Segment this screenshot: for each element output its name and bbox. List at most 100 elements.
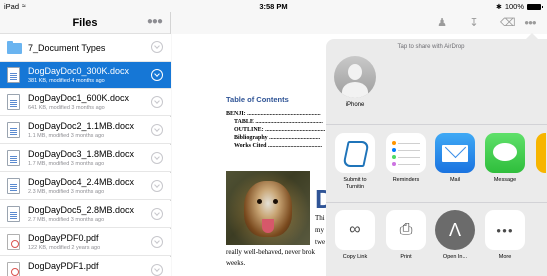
open-in-icon: Λ [435, 210, 475, 250]
share-app-message[interactable]: Message [483, 133, 527, 184]
file-meta: 1.7 MB, modified 3 months ago [28, 161, 105, 167]
file-row[interactable]: DogDayPDF0.pdf 122 KB, modified 2 years … [0, 229, 171, 256]
action-copy-link[interactable]: ∞ Copy Link [333, 210, 377, 261]
file-meta: 2.3 MB, modified 3 months ago [28, 189, 105, 195]
file-row[interactable]: DogDayDoc4_2.4MB.docx 2.3 MB, modified 3… [0, 173, 171, 200]
chevron-down-icon[interactable] [151, 96, 163, 108]
word-doc-icon [7, 94, 20, 110]
more-options-icon[interactable]: ●●● [147, 16, 163, 27]
file-name: DogDayDoc2_1.1MB.docx [28, 121, 135, 131]
action-label: More [498, 254, 512, 260]
document-toolbar: ♟ ↧ ⌫ ●●● [172, 12, 547, 34]
body-text: twe [315, 238, 326, 246]
file-row-selected[interactable]: DogDayDoc0_300K.docx 381 KB, modified 4 … [0, 62, 171, 89]
file-meta: 641 KB, modified 3 months ago [28, 105, 105, 111]
toc-line: BENJI: .................................… [226, 111, 321, 117]
avatar [334, 56, 376, 98]
toc-heading: Table of Contents [226, 95, 289, 104]
share-app-turnitin[interactable]: Submit to Turnitin [333, 133, 377, 191]
chevron-down-icon[interactable] [151, 264, 163, 276]
more-icon: ●●● [485, 210, 525, 250]
body-text: my [315, 226, 324, 234]
status-time: 3:58 PM [259, 2, 288, 11]
chevron-down-icon[interactable] [151, 41, 163, 53]
share-app-label: Message [493, 177, 517, 183]
chevron-down-icon[interactable] [151, 180, 163, 192]
file-name: DogDayDoc1_600K.docx [28, 93, 130, 103]
chevron-down-icon[interactable] [151, 69, 163, 81]
file-name: DogDayPDF1.pdf [28, 261, 99, 271]
chevron-down-icon[interactable] [151, 208, 163, 220]
file-name: DogDayDoc5_2.8MB.docx [28, 205, 135, 215]
app-icon-partial [536, 133, 546, 173]
share-app-label: Mail [449, 177, 461, 183]
file-meta: 1.1 MB, modified 3 months ago [28, 133, 105, 139]
download-icon[interactable]: ↧ [468, 17, 480, 29]
action-more[interactable]: ●●● More [483, 210, 527, 261]
action-label: Print [400, 254, 412, 260]
folder-icon [7, 41, 22, 54]
add-person-icon[interactable]: ♟ [436, 17, 448, 29]
word-doc-icon [7, 67, 20, 83]
action-label: Copy Link [342, 254, 368, 260]
action-print[interactable]: ⎙ Print [384, 210, 428, 261]
word-doc-icon [7, 122, 20, 138]
file-row[interactable]: DogDayDoc5_2.8MB.docx 2.7 MB, modified 3… [0, 201, 171, 228]
file-name: DogDayDoc0_300K.docx [28, 66, 130, 76]
toc-line: OUTLINE: ...............................… [234, 127, 326, 133]
airdrop-target[interactable]: iPhone [334, 56, 376, 108]
toc-line: Works Cited ............................… [234, 143, 323, 149]
share-sheet: Tap to share with AirDrop iPhone Submit … [326, 39, 547, 276]
mail-icon [435, 133, 475, 173]
pdf-icon [7, 234, 20, 250]
word-doc-icon [7, 150, 20, 166]
files-header: Files ●●● [0, 12, 170, 34]
files-pane: Files ●●● 7_Document Types DogDayDoc0_30… [0, 12, 171, 276]
airdrop-target-name: iPhone [345, 102, 365, 108]
file-row-folder[interactable]: 7_Document Types [0, 34, 171, 62]
file-meta: 122 KB, modified 2 years ago [28, 245, 101, 251]
link-icon: ∞ [335, 210, 375, 250]
message-icon [485, 133, 525, 173]
reminders-icon [386, 133, 426, 173]
battery-icon [527, 3, 543, 10]
file-row[interactable]: DogDayDoc2_1.1MB.docx 1.1 MB, modified 3… [0, 117, 171, 144]
file-name: 7_Document Types [28, 43, 106, 53]
file-name: DogDayDoc3_1.8MB.docx [28, 149, 135, 159]
divider [326, 124, 547, 125]
more-icon[interactable]: ●●● [524, 17, 537, 29]
word-doc-icon [7, 178, 20, 194]
pdf-icon [7, 262, 20, 276]
status-bar: iPad ≈ 3:58 PM ✱ 100% [0, 0, 547, 12]
files-title: Files [72, 17, 98, 29]
body-text: really well-behaved, never brok [226, 248, 316, 256]
file-row[interactable]: DogDayDoc3_1.8MB.docx 1.7 MB, modified 3… [0, 145, 171, 172]
chevron-down-icon[interactable] [151, 124, 163, 136]
body-text: Thi [315, 214, 325, 222]
share-app-label: Submit to Turnitin [343, 177, 367, 190]
word-doc-icon [7, 206, 20, 222]
chevron-down-icon[interactable] [151, 236, 163, 248]
file-name: DogDayPDF0.pdf [28, 233, 99, 243]
toc-line: Bibliography ...........................… [234, 135, 321, 141]
file-meta: 381 KB, modified 4 months ago [28, 78, 105, 84]
airdrop-hint: Tap to share with AirDrop [397, 44, 465, 50]
trash-icon[interactable]: ⌫ [500, 17, 516, 29]
share-app-mail[interactable]: Mail [433, 133, 477, 184]
body-text: weeks. [226, 259, 246, 267]
action-label: Open In... [442, 254, 468, 260]
file-meta: 2.7 MB, modified 3 months ago [28, 217, 105, 223]
file-row[interactable]: DogDayDoc1_600K.docx 641 KB, modified 3 … [0, 89, 171, 116]
divider [326, 202, 547, 203]
bluetooth-icon: ✱ [495, 3, 502, 11]
action-open-in[interactable]: Λ Open In... [433, 210, 477, 261]
toc-line: TABLE ..................................… [234, 119, 323, 125]
turnitin-icon [335, 133, 375, 173]
share-app-reminders[interactable]: Reminders [384, 133, 428, 184]
chevron-down-icon[interactable] [151, 152, 163, 164]
share-app-partial[interactable] [536, 133, 547, 173]
share-app-label: Reminders [392, 177, 420, 183]
dog-photo [226, 171, 310, 245]
battery-percent: 100% [504, 2, 524, 11]
file-row[interactable]: DogDayPDF1.pdf [0, 257, 171, 276]
